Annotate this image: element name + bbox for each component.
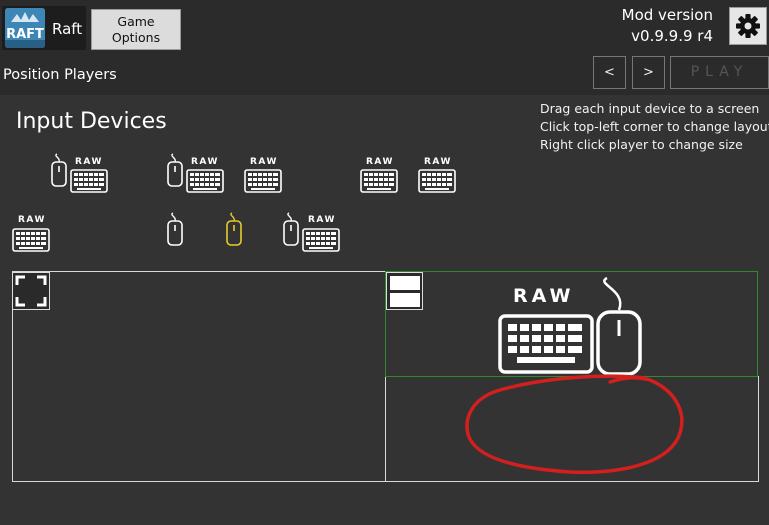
mouse-icon[interactable] [167,212,183,246]
screen-left[interactable] [12,271,386,482]
keyboard-icon[interactable] [418,169,456,193]
mouse-icon[interactable] [283,212,299,246]
keyboard-icon[interactable] [360,169,398,193]
raw-label: RAW [75,157,103,167]
assigned-player-devices[interactable] [495,276,655,380]
raw-label: RAW [308,215,336,225]
split-icon-bottom [390,293,420,307]
raw-label: RAW [424,157,452,167]
keyboard-icon[interactable] [12,228,50,252]
keyboard-icon[interactable] [302,228,340,252]
raw-label: RAW [18,215,46,225]
mouse-icon-selected[interactable] [226,212,242,246]
mouse-icon[interactable] [167,153,183,187]
keyboard-icon[interactable] [244,169,282,193]
raw-label: RAW [250,157,278,167]
mouse-icon [596,276,642,376]
split-icon-top [390,276,420,290]
keyboard-icon [498,314,594,374]
layout-toggle-split[interactable] [386,272,423,310]
fullscreen-icon [15,275,47,307]
raw-label: RAW [366,157,394,167]
keyboard-icon[interactable] [70,169,108,193]
raw-label: RAW [191,157,219,167]
layout-toggle-fullscreen[interactable] [12,272,50,310]
red-annotation-circle [465,374,684,474]
mouse-icon[interactable] [51,153,67,187]
keyboard-icon[interactable] [186,169,224,193]
